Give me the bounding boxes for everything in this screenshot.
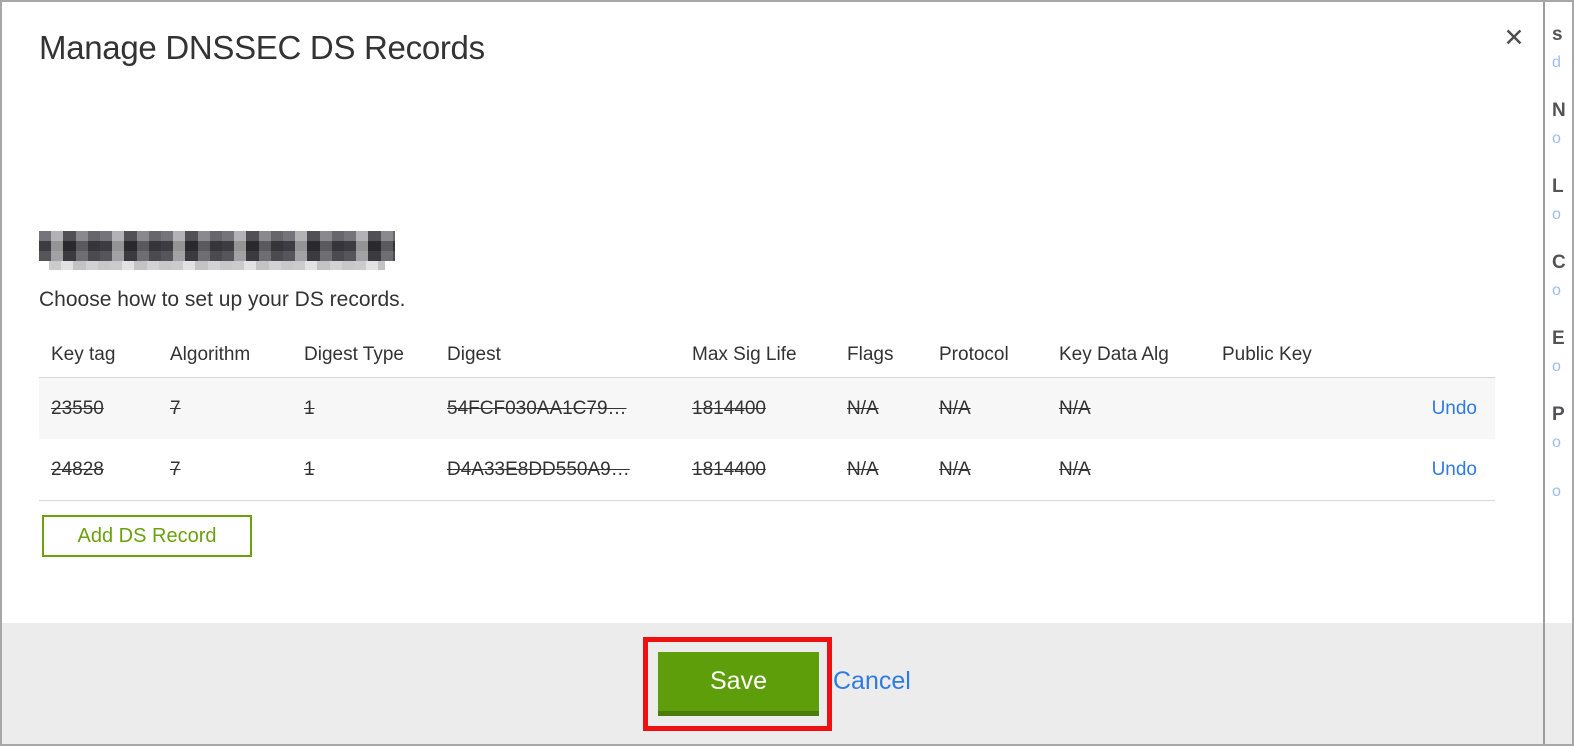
- save-button[interactable]: Save: [658, 652, 819, 716]
- header-max-sig-life: Max Sig Life: [692, 343, 797, 365]
- bg-heading-fragment: N: [1552, 100, 1566, 121]
- bg-heading-fragment: C: [1552, 252, 1566, 273]
- cell-protocol: N/A: [939, 458, 971, 480]
- table-row: 23550 7 1 54FCF030AA1C79… 1814400 N/A N/…: [39, 377, 1495, 439]
- undo-link[interactable]: Undo: [1432, 459, 1477, 480]
- bg-heading-fragment: s: [1552, 24, 1563, 45]
- cell-protocol: N/A: [939, 397, 971, 419]
- dnssec-modal: Manage DNSSEC DS Records ✕ Choose how to…: [0, 0, 1574, 746]
- cell-key-data-alg: N/A: [1059, 397, 1091, 419]
- bg-link-fragment: o: [1552, 483, 1561, 500]
- cell-key-data-alg: N/A: [1059, 458, 1091, 480]
- header-digest: Digest: [447, 343, 501, 365]
- bg-heading-fragment: L: [1552, 176, 1564, 197]
- cell-flags: N/A: [847, 397, 879, 419]
- bg-link-fragment: o: [1552, 206, 1561, 223]
- cancel-link[interactable]: Cancel: [833, 667, 911, 696]
- cell-max-sig-life: 1814400: [692, 458, 766, 480]
- header-digest-type: Digest Type: [304, 343, 404, 365]
- header-algorithm: Algorithm: [170, 343, 251, 365]
- header-public-key: Public Key: [1222, 343, 1312, 365]
- bg-link-fragment: d: [1552, 54, 1561, 71]
- ds-records-instruction: Choose how to set up your DS records.: [39, 288, 406, 311]
- table-header-row: Key tag Algorithm Digest Type Digest Max…: [39, 332, 1495, 377]
- cell-digest: D4A33E8DD550A9…: [447, 458, 630, 480]
- bg-link-fragment: o: [1552, 434, 1561, 451]
- cell-key-tag: 24828: [51, 458, 104, 480]
- cell-digest-type: 1: [304, 458, 315, 480]
- header-key-tag: Key tag: [51, 343, 116, 365]
- cell-max-sig-life: 1814400: [692, 397, 766, 419]
- bg-heading-fragment: P: [1552, 404, 1565, 425]
- cell-digest: 54FCF030AA1C79…: [447, 397, 627, 419]
- page-title: Manage DNSSEC DS Records: [39, 29, 485, 66]
- bg-link-fragment: o: [1552, 358, 1561, 375]
- cell-key-tag: 23550: [51, 397, 104, 419]
- table-row: 24828 7 1 D4A33E8DD550A9… 1814400 N/A N/…: [39, 439, 1495, 501]
- undo-link[interactable]: Undo: [1432, 398, 1477, 419]
- modal-edge-divider: [1543, 2, 1545, 744]
- bg-heading-fragment: E: [1552, 328, 1565, 349]
- bg-link-fragment: o: [1552, 282, 1561, 299]
- cell-algorithm: 7: [170, 458, 181, 480]
- cell-algorithm: 7: [170, 397, 181, 419]
- cell-flags: N/A: [847, 458, 879, 480]
- header-key-data-alg: Key Data Alg: [1059, 343, 1169, 365]
- ds-records-table: Key tag Algorithm Digest Type Digest Max…: [39, 332, 1495, 501]
- close-icon[interactable]: ✕: [1498, 22, 1530, 54]
- redacted-domain-name: [39, 231, 395, 270]
- add-ds-record-button[interactable]: Add DS Record: [42, 515, 252, 557]
- cell-digest-type: 1: [304, 397, 315, 419]
- header-protocol: Protocol: [939, 343, 1009, 365]
- bg-link-fragment: o: [1552, 130, 1561, 147]
- background-page-strip: s d N o L o C o E o P o o: [1545, 2, 1572, 623]
- header-flags: Flags: [847, 343, 894, 365]
